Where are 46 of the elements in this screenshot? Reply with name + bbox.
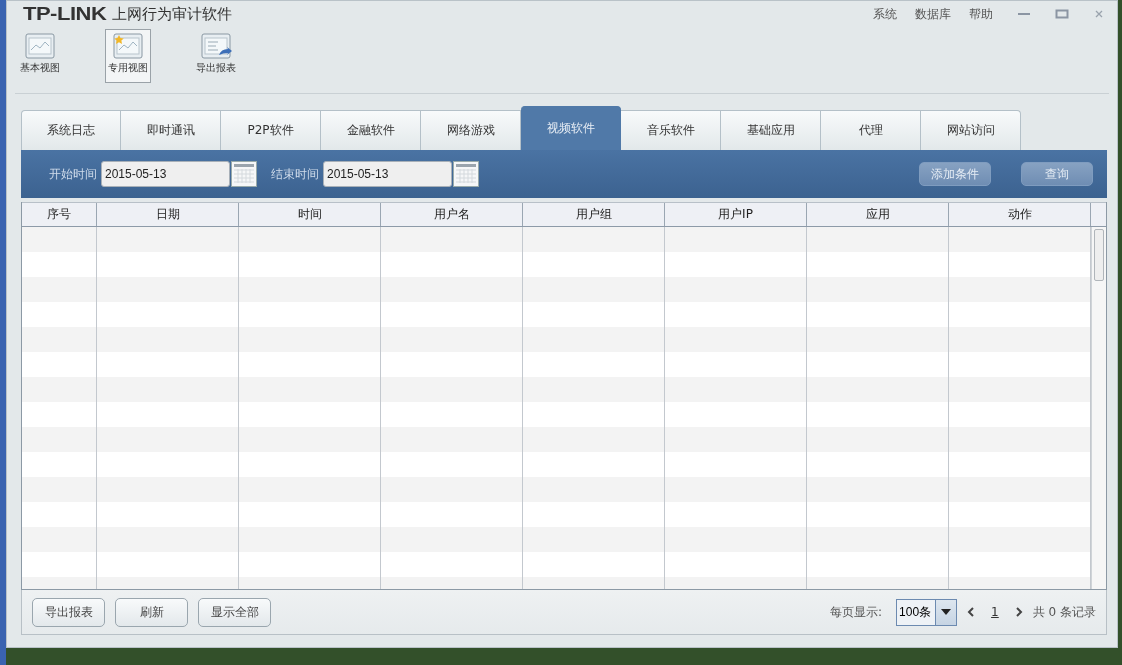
tab[interactable]: 网络游戏 bbox=[421, 110, 521, 150]
column-header[interactable]: 应用 bbox=[807, 203, 949, 226]
tab[interactable]: P2P软件 bbox=[221, 110, 321, 150]
scrollbar[interactable] bbox=[1091, 227, 1106, 589]
page-size-label: 每页显示: bbox=[830, 603, 883, 621]
footer-button[interactable]: 导出报表 bbox=[32, 597, 105, 627]
column-header[interactable]: 动作 bbox=[949, 203, 1091, 226]
next-page-icon[interactable] bbox=[1014, 607, 1023, 617]
calendar-icon[interactable] bbox=[231, 161, 257, 187]
menu-item[interactable]: 帮助 bbox=[969, 5, 993, 23]
column-header[interactable]: 序号 bbox=[22, 203, 97, 226]
menu-item[interactable]: 数据库 bbox=[915, 5, 951, 23]
tab[interactable]: 网站访问 bbox=[921, 110, 1021, 150]
footer-button[interactable]: 显示全部 bbox=[198, 597, 271, 627]
maximize-icon[interactable] bbox=[1055, 8, 1069, 20]
footer-button[interactable]: 刷新 bbox=[115, 597, 188, 627]
tab[interactable]: 金融软件 bbox=[321, 110, 421, 150]
tab[interactable]: 即时通讯 bbox=[121, 110, 221, 150]
tab[interactable]: 代理 bbox=[821, 110, 921, 150]
chart-icon bbox=[23, 31, 57, 61]
tab[interactable]: 系统日志 bbox=[21, 110, 121, 150]
toolbar-button[interactable]: 专用视图 bbox=[105, 29, 151, 83]
column-header[interactable]: 用户组 bbox=[523, 203, 665, 226]
tab[interactable]: 音乐软件 bbox=[621, 110, 721, 150]
dropdown-arrow-icon bbox=[940, 608, 953, 616]
tab[interactable]: 视频软件 bbox=[521, 106, 621, 150]
start-date-field[interactable]: 2015-05-13 bbox=[101, 161, 230, 187]
end-date-field[interactable]: 2015-05-13 bbox=[323, 161, 452, 187]
column-header[interactable]: 日期 bbox=[97, 203, 239, 226]
column-header[interactable]: 用户名 bbox=[381, 203, 523, 226]
toolbar-button[interactable]: 导出报表 bbox=[193, 29, 239, 83]
end-time-label: 结束时间 bbox=[271, 165, 319, 183]
toolbar-button[interactable]: 基本视图 bbox=[17, 29, 63, 83]
window-title: 上网行为审计软件 bbox=[112, 4, 233, 24]
close-icon[interactable] bbox=[1093, 8, 1105, 20]
calendar-icon[interactable] bbox=[453, 161, 479, 187]
page-size-dropdown[interactable]: 100条 bbox=[896, 598, 958, 626]
record-count: 共 0 条记录 bbox=[1032, 603, 1096, 621]
logo: TP-LINK bbox=[23, 2, 107, 26]
start-time-label: 开始时间 bbox=[49, 165, 97, 183]
previous-page-icon[interactable] bbox=[967, 607, 976, 617]
column-header[interactable]: 用户IP bbox=[665, 203, 807, 226]
menu-item[interactable]: 系统 bbox=[873, 5, 897, 23]
tab[interactable]: 基础应用 bbox=[721, 110, 821, 150]
page-link[interactable]: 1 bbox=[985, 605, 1005, 619]
column-header[interactable]: 时间 bbox=[239, 203, 381, 226]
